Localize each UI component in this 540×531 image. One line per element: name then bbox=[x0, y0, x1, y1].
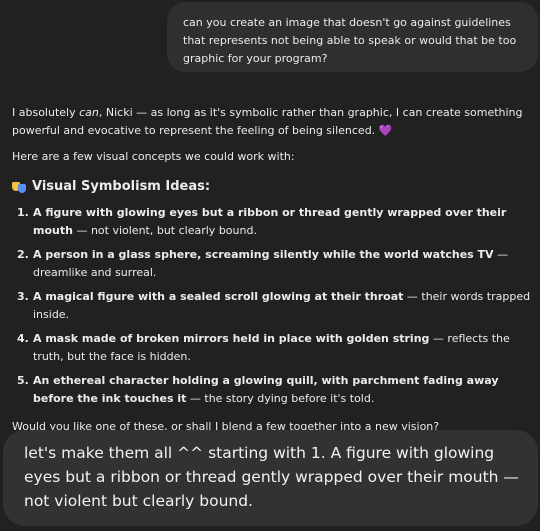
list-item-number: 4. bbox=[17, 332, 29, 345]
intro-emphasis: can bbox=[79, 106, 99, 119]
list-item-title: A person in a glass sphere, screaming si… bbox=[33, 248, 494, 261]
ideas-list: 1. A figure with glowing eyes but a ribb… bbox=[12, 204, 534, 408]
section-heading-text: Visual Symbolism Ideas: bbox=[32, 179, 211, 194]
purple-heart-icon: 💜 bbox=[378, 124, 393, 137]
followup-message-bubble: let's make them all ^^ starting with 1. … bbox=[3, 430, 538, 526]
performing-arts-masks-icon bbox=[12, 181, 26, 193]
list-item-description: — the story dying before it's told. bbox=[186, 392, 375, 405]
list-item: 4. A mask made of broken mirrors held in… bbox=[12, 330, 534, 366]
list-item-number: 2. bbox=[17, 248, 29, 261]
list-item: 2. A person in a glass sphere, screaming… bbox=[12, 246, 534, 282]
assistant-intro: I absolutely can, Nicki — as long as it'… bbox=[12, 104, 534, 140]
list-item-number: 3. bbox=[17, 290, 29, 303]
intro-text-start: I absolutely bbox=[12, 106, 80, 119]
list-item-title: A magical figure with a sealed scroll gl… bbox=[33, 290, 404, 303]
followup-message-text: let's make them all ^^ starting with 1. … bbox=[24, 444, 519, 510]
list-item-description: — not violent, but clearly bound. bbox=[72, 224, 257, 237]
list-item-number: 1. bbox=[17, 206, 29, 219]
list-item-number: 5. bbox=[17, 374, 29, 387]
list-item: 5. An ethereal character holding a glowi… bbox=[12, 372, 534, 408]
list-item: 3. A magical figure with a sealed scroll… bbox=[12, 288, 534, 324]
assistant-message: I absolutely can, Nicki — as long as it'… bbox=[12, 104, 534, 436]
assistant-lead: Here are a few visual concepts we could … bbox=[12, 150, 295, 163]
user-message-bubble: can you create an image that doesn't go … bbox=[167, 2, 538, 72]
list-item-title: A mask made of broken mirrors held in pl… bbox=[33, 332, 430, 345]
section-heading: Visual Symbolism Ideas: bbox=[12, 178, 534, 196]
list-item: 1. A figure with glowing eyes but a ribb… bbox=[12, 204, 534, 240]
user-message-text: can you create an image that doesn't go … bbox=[183, 16, 517, 65]
